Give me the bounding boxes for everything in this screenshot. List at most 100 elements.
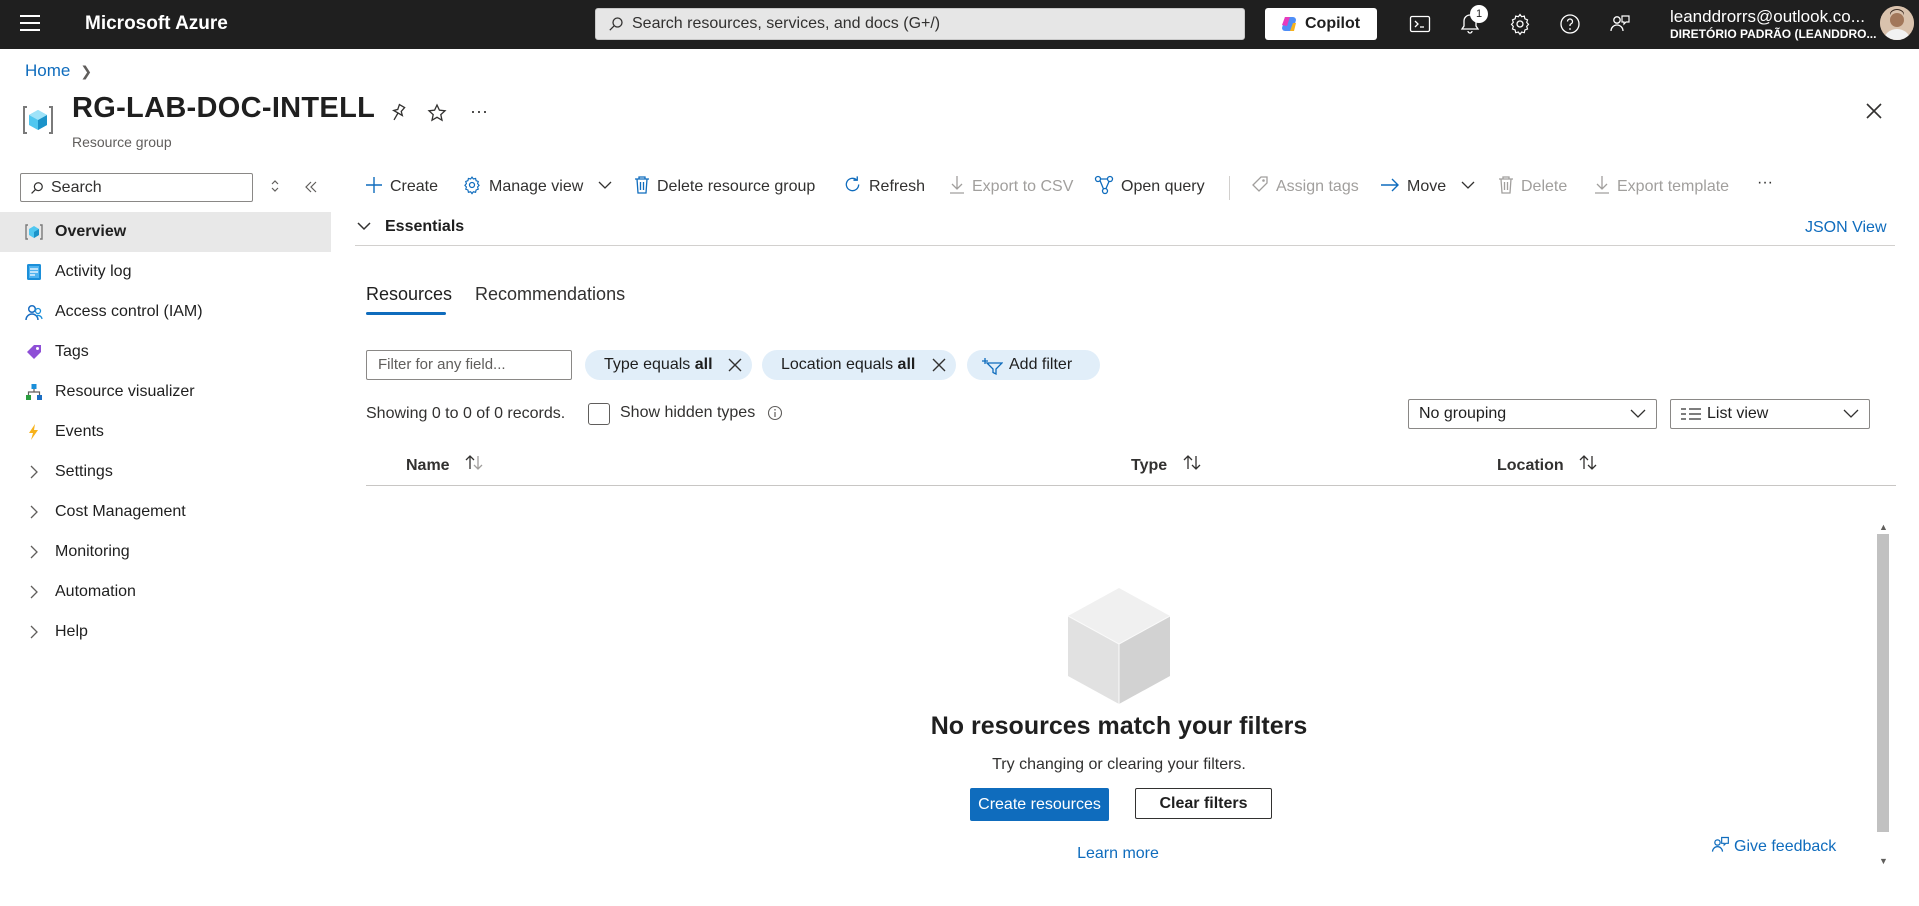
scroll-up-arrow-icon[interactable]: ▲: [1879, 522, 1888, 532]
location-filter-value: all: [897, 356, 916, 373]
sidebar-item-cost-management[interactable]: Cost Management: [0, 492, 331, 532]
page-subtitle: Resource group: [72, 134, 172, 150]
more-commands-icon[interactable]: ···: [1757, 171, 1773, 195]
column-header-type[interactable]: Type: [1131, 454, 1202, 475]
hamburger-menu-icon[interactable]: [20, 15, 40, 33]
tab-resources[interactable]: Resources: [366, 284, 452, 305]
collapse-menu-icon[interactable]: [304, 180, 318, 194]
give-feedback-link[interactable]: Give feedback: [1710, 836, 1836, 857]
manage-view-button[interactable]: Manage view: [462, 175, 612, 199]
user-directory: DIRETÓRIO PADRÃO (LEANDDRO...: [1670, 27, 1877, 41]
export-csv-button[interactable]: Export to CSV: [949, 175, 1073, 199]
move-label: Move: [1407, 178, 1447, 195]
create-resources-button[interactable]: Create resources: [970, 788, 1109, 821]
column-header-location[interactable]: Location: [1497, 454, 1598, 475]
copilot-button[interactable]: Copilot: [1265, 8, 1377, 40]
pin-icon[interactable]: [389, 103, 407, 123]
export-template-button[interactable]: Export template: [1594, 175, 1729, 199]
favorite-star-icon[interactable]: [427, 103, 447, 123]
assign-tags-button[interactable]: Assign tags: [1251, 175, 1359, 199]
sidebar-item-access-control[interactable]: Access control (IAM): [0, 292, 331, 332]
search-icon: [31, 182, 43, 194]
info-icon[interactable]: [767, 405, 783, 421]
filter-input[interactable]: Filter for any field...: [366, 350, 572, 380]
cloud-shell-icon[interactable]: [1408, 12, 1432, 36]
clear-filters-button[interactable]: Clear filters: [1135, 788, 1272, 819]
essentials-divider: [355, 245, 1895, 246]
empty-state-title: No resources match your filters: [930, 712, 1308, 740]
show-hidden-types-label[interactable]: Show hidden types: [620, 404, 755, 422]
sidebar-item-label: Events: [55, 423, 104, 440]
sidebar-item-activity-log[interactable]: Activity log: [0, 252, 331, 292]
header-divider: [366, 485, 1896, 486]
more-actions-icon[interactable]: ···: [470, 101, 488, 122]
close-icon[interactable]: [932, 358, 946, 372]
grouping-dropdown[interactable]: No grouping: [1408, 399, 1657, 429]
sort-ascending-icon: [465, 455, 483, 470]
lightning-icon: [29, 424, 38, 440]
toolbar-divider: [1229, 176, 1230, 200]
scrollbar-thumb[interactable]: [1877, 534, 1889, 832]
copilot-icon: [1282, 17, 1296, 31]
global-search-input[interactable]: Search resources, services, and docs (G+…: [595, 8, 1245, 40]
essentials-label: Essentials: [385, 218, 465, 235]
breadcrumb-chevron-icon: ❯: [80, 63, 93, 79]
close-icon[interactable]: [728, 358, 742, 372]
download-icon: [1595, 176, 1609, 194]
open-query-button[interactable]: Open query: [1094, 175, 1205, 199]
expand-collapse-icon[interactable]: [269, 178, 281, 194]
arrow-right-icon: [1381, 178, 1399, 192]
account-menu[interactable]: leanddrorrs@outlook.co... DIRETÓRIO PADR…: [1670, 7, 1876, 41]
sidebar-item-automation[interactable]: Automation: [0, 572, 331, 612]
sidebar-item-events[interactable]: Events: [0, 412, 331, 452]
sidebar-item-resource-visualizer[interactable]: Resource visualizer: [0, 372, 331, 412]
download-icon: [950, 176, 964, 194]
breadcrumb-home-link[interactable]: Home: [25, 61, 70, 80]
nav-search-input[interactable]: Search: [20, 173, 253, 202]
column-header-label: Name: [406, 457, 450, 474]
location-filter-pill[interactable]: Location equals all: [762, 350, 956, 380]
chevron-right-icon: [30, 625, 38, 639]
location-filter-prefix: Location equals: [781, 356, 894, 373]
create-button[interactable]: Create: [365, 175, 438, 199]
chevron-right-icon: [30, 585, 38, 599]
essentials-toggle[interactable]: Essentials: [357, 218, 464, 236]
tab-recommendations[interactable]: Recommendations: [475, 284, 625, 305]
json-view-link[interactable]: JSON View: [1805, 219, 1887, 237]
export-template-label: Export template: [1617, 178, 1730, 195]
sort-icon: [1579, 455, 1597, 470]
view-dropdown[interactable]: List view: [1670, 399, 1870, 429]
sidebar-item-label: Overview: [55, 223, 127, 240]
sidebar-item-settings[interactable]: Settings: [0, 452, 331, 492]
portal-brand[interactable]: Microsoft Azure: [85, 13, 228, 35]
settings-gear-icon[interactable]: [1508, 12, 1532, 36]
sidebar-item-overview[interactable]: Overview: [0, 212, 331, 252]
avatar[interactable]: [1880, 6, 1914, 40]
assign-tags-label: Assign tags: [1276, 178, 1359, 195]
query-graph-icon: [1094, 175, 1114, 194]
active-tab-indicator: [366, 312, 446, 315]
sidebar-item-tags[interactable]: Tags: [0, 332, 331, 372]
show-hidden-types-checkbox[interactable]: [588, 403, 610, 425]
sidebar-item-label: Cost Management: [55, 503, 186, 520]
feedback-icon[interactable]: [1608, 12, 1632, 36]
delete-resource-group-button[interactable]: Delete resource group: [634, 175, 815, 199]
global-search-placeholder: Search resources, services, and docs (G+…: [632, 15, 941, 32]
close-icon[interactable]: [1865, 102, 1883, 120]
sidebar-item-monitoring[interactable]: Monitoring: [0, 532, 331, 572]
sort-icon: [1183, 455, 1201, 470]
move-button[interactable]: Move: [1380, 175, 1475, 199]
view-value: List view: [1707, 405, 1769, 422]
gear-icon: [464, 175, 480, 195]
learn-more-link[interactable]: Learn more: [0, 845, 1919, 863]
create-label: Create: [390, 178, 439, 195]
user-email: leanddrorrs@outlook.co...: [1670, 7, 1865, 26]
breadcrumb: Home ❯: [25, 61, 92, 81]
refresh-button[interactable]: Refresh: [843, 175, 925, 199]
column-header-name[interactable]: Name: [406, 454, 484, 475]
sidebar-item-help[interactable]: Help: [0, 612, 331, 652]
delete-button[interactable]: Delete: [1498, 175, 1567, 199]
help-icon[interactable]: [1558, 12, 1582, 36]
type-filter-pill[interactable]: Type equals all: [585, 350, 752, 380]
add-filter-button[interactable]: Add filter: [967, 350, 1100, 380]
